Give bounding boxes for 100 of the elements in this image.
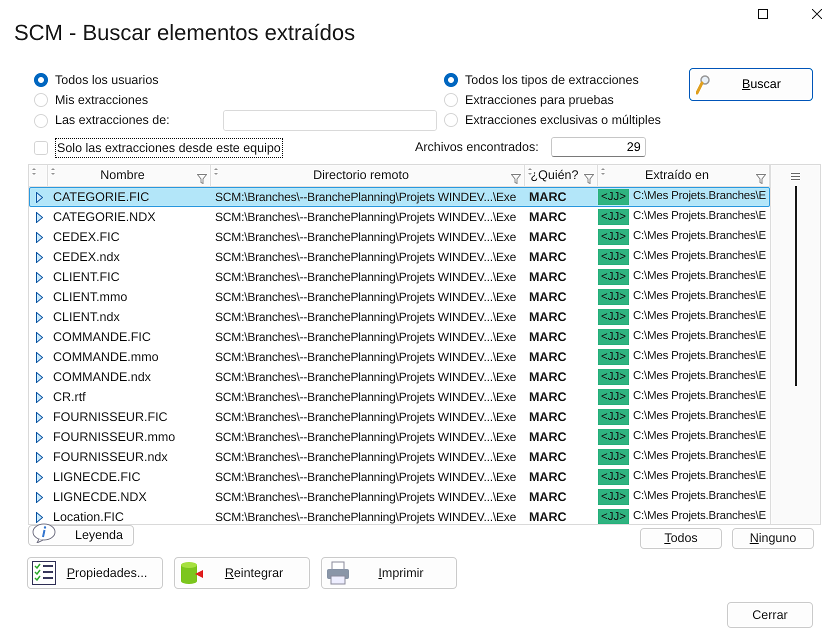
expand-arrow-icon[interactable] — [36, 292, 43, 302]
column-menu-icon[interactable] — [791, 173, 800, 180]
table-row[interactable]: FOURNISSEUR.FIC SCM:\Branches\--BranchePlanning\Projets WINDEV...\Exe MARC <JJ> C:\Mes Projets.Branches\E — [29, 407, 770, 427]
table-cell-text: C:\Mes Projets.Branches\E — [632, 289, 766, 304]
expand-arrow-icon[interactable] — [36, 212, 43, 222]
table-row[interactable]: COMMANDE.mmo SCM:\Branches\--BranchePlanning\Projets WINDEV...\Exe MARC <JJ> C:\Mes Projets.Branches\E — [29, 347, 770, 367]
close-icon[interactable] — [812, 9, 822, 19]
action-button[interactable]: Propiedades... — [27, 557, 163, 589]
table-row[interactable]: Location.FIC SCM:\Branches\--BranchePlanning\Projets WINDEV...\Exe MARC <JJ> C:\Mes Projets.Branches\E — [29, 507, 770, 524]
table-cell-text: C:\Mes Projets.Branches\E — [632, 429, 766, 444]
magnifier-icon — [696, 74, 710, 94]
user-tag: <JJ> — [598, 289, 629, 305]
expand-arrow-icon[interactable] — [36, 352, 43, 362]
radio-label: Las extracciones de: — [55, 112, 170, 130]
table-cell-text: C:\Mes Projets.Branches\E — [632, 229, 766, 244]
table-cell-text: MARC — [528, 428, 568, 446]
table-cell-text: C:\Mes Projets.Branches\E — [632, 389, 766, 404]
table-cell-text: C:\Mes Projets.Branches\E — [632, 329, 766, 344]
table-cell-text: CATEGORIE.NDX — [52, 208, 157, 226]
radio-label: Extracciones para pruebas — [465, 92, 614, 109]
table-cell-text: MARC — [528, 208, 568, 226]
expand-arrow-icon[interactable] — [36, 232, 43, 242]
table-row[interactable]: CATEGORIE.FIC SCM:\Branches\--BranchePlanning\Projets WINDEV...\Exe MARC <JJ> C:\Mes Projets.Branches\E — [29, 187, 770, 207]
table-row[interactable]: FOURNISSEUR.mmo SCM:\Branches\--BranchePlanning\Projets WINDEV...\Exe MARC <JJ> C:\Mes Projets.Branches\E — [29, 427, 770, 447]
expand-arrow-icon[interactable] — [36, 432, 43, 442]
search-button[interactable]: Buscar — [689, 68, 813, 101]
database-arrow-icon — [179, 561, 203, 585]
table-row[interactable]: LIGNECDE.NDX SCM:\Branches\--BranchePlanning\Projets WINDEV...\Exe MARC <JJ> C:\Mes Projets.Branches\E — [29, 487, 770, 507]
user-tag: <JJ> — [598, 309, 629, 325]
table-row[interactable]: COMMANDE.FIC SCM:\Branches\--BranchePlanning\Projets WINDEV...\Exe MARC <JJ> C:\Mes Projets.Branches\E — [29, 327, 770, 347]
info-icon — [31, 522, 57, 542]
expand-arrow-icon[interactable] — [36, 272, 43, 282]
table-row[interactable]: COMMANDE.ndx SCM:\Branches\--BranchePlanning\Projets WINDEV...\Exe MARC <JJ> C:\Mes Projets.Branches\E — [29, 367, 770, 387]
expand-arrow-icon[interactable] — [36, 512, 43, 522]
table-cell-text: COMMANDE.ndx — [52, 368, 152, 386]
table-row[interactable]: CLIENT.ndx SCM:\Branches\--BranchePlanning\Projets WINDEV...\Exe MARC <JJ> C:\Mes Projets.Branches\E — [29, 307, 770, 327]
table-row[interactable]: CLIENT.mmo SCM:\Branches\--BranchePlanning\Projets WINDEV...\Exe MARC <JJ> C:\Mes Projets.Branches\E — [29, 287, 770, 307]
select-button[interactable]: Todos — [640, 528, 722, 549]
printer-icon — [326, 561, 350, 585]
user-tag: <JJ> — [598, 269, 629, 285]
table-row[interactable]: CATEGORIE.NDX SCM:\Branches\--BranchePlanning\Projets WINDEV...\Exe MARC <JJ> C:\Mes Projets.Branches\E — [29, 207, 770, 227]
column-header[interactable]: ¿Quién? — [525, 166, 584, 185]
table-cell-text: MARC — [528, 248, 568, 266]
legend-button[interactable]: Leyenda — [28, 525, 134, 546]
table-cell-text: CATEGORIE.FIC — [52, 188, 150, 206]
table-row[interactable]: CR.rtf SCM:\Branches\--BranchePlanning\Projets WINDEV...\Exe MARC <JJ> C:\Mes Projets.Branches\E — [29, 387, 770, 407]
table-cell-text: MARC — [528, 188, 568, 206]
table-cell-text: MARC — [528, 448, 568, 466]
table-row[interactable]: LIGNECDE.FIC SCM:\Branches\--BranchePlanning\Projets WINDEV...\Exe MARC <JJ> C:\Mes Projets.Branches\E — [29, 467, 770, 487]
column-header[interactable]: Extraído en — [598, 166, 756, 185]
table-cell-text: SCM:\Branches\--BranchePlanning\Projets WINDEV...\Exe — [214, 269, 518, 286]
user-tag: <JJ> — [598, 429, 629, 445]
resize-grip-icon — [51, 168, 55, 175]
expand-arrow-icon[interactable] — [36, 392, 43, 402]
expand-arrow-icon[interactable] — [36, 472, 43, 482]
table-row[interactable]: CLIENT.FIC SCM:\Branches\--BranchePlanning\Projets WINDEV...\Exe MARC <JJ> C:\Mes Projets.Branches\E — [29, 267, 770, 287]
checkbox[interactable] — [34, 141, 48, 155]
filter-icon — [511, 174, 521, 184]
table-cell-text: LIGNECDE.NDX — [52, 488, 148, 506]
column-header[interactable]: Nombre — [48, 166, 197, 185]
action-button[interactable]: Imprimir — [321, 557, 457, 589]
radio-button[interactable] — [444, 73, 458, 87]
expand-arrow-icon[interactable] — [36, 412, 43, 422]
radio-button[interactable] — [34, 73, 48, 87]
user-field[interactable] — [222, 110, 437, 131]
expand-arrow-icon[interactable] — [36, 252, 43, 262]
table-row[interactable]: CEDEX.ndx SCM:\Branches\--BranchePlanning\Projets WINDEV...\Exe MARC <JJ> C:\Mes Projets.Branches\E — [29, 247, 770, 267]
expand-arrow-icon[interactable] — [36, 312, 43, 322]
table-cell-text: MARC — [528, 468, 568, 486]
table-cell-text: C:\Mes Projets.Branches\E — [632, 349, 766, 364]
user-tag: <JJ> — [598, 409, 629, 425]
filter-icon — [584, 174, 594, 184]
table-cell-text: Location.FIC — [52, 508, 125, 524]
table-row[interactable]: FOURNISSEUR.ndx SCM:\Branches\--BranchePlanning\Projets WINDEV...\Exe MARC <JJ> C:\Mes Projets.Branches\E — [29, 447, 770, 467]
table-cell-text: MARC — [528, 348, 568, 366]
table-cell-text: SCM:\Branches\--BranchePlanning\Projets WINDEV...\Exe — [214, 309, 518, 326]
maximize-icon[interactable] — [758, 9, 768, 19]
expand-arrow-icon[interactable] — [36, 332, 43, 342]
table-row[interactable]: CEDEX.FIC SCM:\Branches\--BranchePlanning\Projets WINDEV...\Exe MARC <JJ> C:\Mes Projets.Branches\E — [29, 227, 770, 247]
table-cell-text: CR.rtf — [52, 388, 87, 406]
column-header[interactable]: Directorio remoto — [211, 166, 511, 185]
user-tag: <JJ> — [598, 229, 629, 245]
table-cell-text: SCM:\Branches\--BranchePlanning\Projets WINDEV...\Exe — [214, 289, 518, 306]
table-cell-text: C:\Mes Projets.Branches\E — [632, 469, 766, 484]
table-cell-text: CLIENT.ndx — [52, 308, 121, 326]
table-cell-text: SCM:\Branches\--BranchePlanning\Projets WINDEV...\Exe — [214, 349, 518, 366]
action-button[interactable]: Reintegrar — [174, 557, 310, 589]
radio-label: Todos los usuarios — [55, 72, 159, 89]
select-button[interactable]: Ninguno — [732, 528, 814, 549]
filter-icon — [197, 174, 207, 184]
table-cell-text: SCM:\Branches\--BranchePlanning\Projets WINDEV...\Exe — [214, 389, 518, 406]
scrollbar-thumb[interactable] — [794, 186, 796, 386]
table-cell-text: MARC — [528, 408, 568, 426]
table-cell-text: C:\Mes Projets.Branches\E — [632, 249, 766, 264]
expand-arrow-icon[interactable] — [36, 452, 43, 462]
expand-arrow-icon[interactable] — [36, 372, 43, 382]
close-button[interactable]: Cerrar — [727, 602, 813, 628]
table-cell-text: SCM:\Branches\--BranchePlanning\Projets WINDEV...\Exe — [214, 509, 518, 524]
expand-arrow-icon[interactable] — [36, 192, 43, 202]
expand-arrow-icon[interactable] — [36, 492, 43, 502]
